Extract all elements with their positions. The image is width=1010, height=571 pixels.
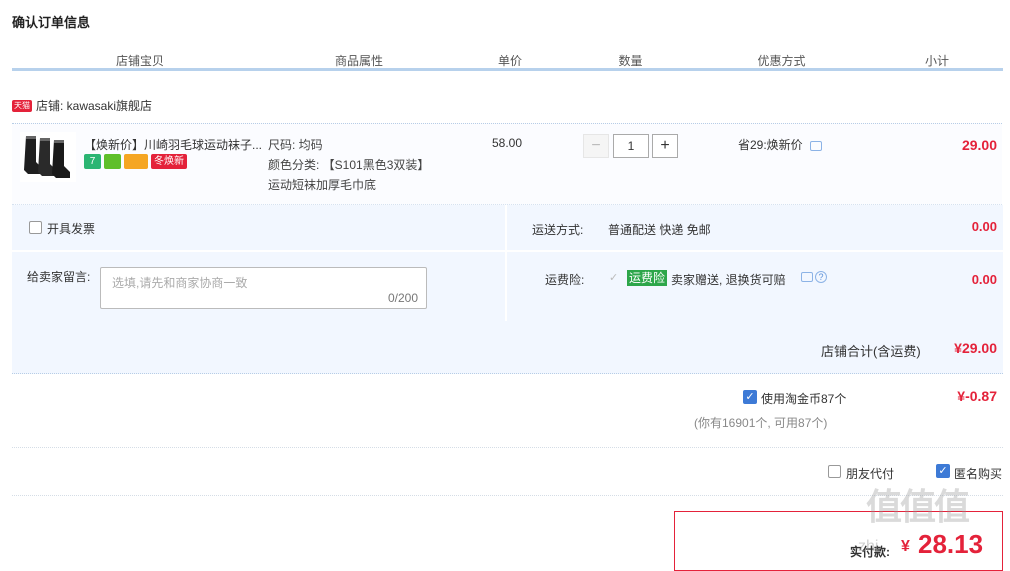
anonymous-checkbox[interactable]: ✓ [936,464,950,478]
product-title-link[interactable]: 【焕新价】川崎羽毛球运动袜子... [84,136,264,153]
tmall-badge-icon: 天猫 [12,99,32,112]
divider [12,495,1003,496]
header-divider [12,68,1003,71]
insurance-tag: 运费险 [627,270,668,286]
unit-price: 58.00 [492,136,523,150]
coins-checkbox[interactable]: ✓ [743,390,757,404]
page-title: 确认订单信息 [12,15,91,30]
col-header-subtotal: 小计 [924,54,949,68]
col-header-quantity: 数量 [618,54,643,68]
attr-color: 颜色分类: 【S101黑色3双装】 [268,158,430,172]
credit-card-icon [124,154,148,169]
attr-size: 尺码: 均码 [268,138,323,152]
payment-currency: ¥ [901,538,910,555]
coins-label[interactable]: 使用淘金币87个 [761,390,846,407]
invoice-label[interactable]: 开具发票 [47,220,95,237]
chat-icon[interactable] [810,140,823,151]
shipping-label: 运送方式: [532,223,584,237]
message-textarea[interactable]: 选填,请先和商家协商一致 0/200 [100,267,427,309]
winter-sale-badge: 冬焕新 [151,154,187,169]
message-counter: 0/200 [387,291,418,305]
shop-line: 天猫 店铺: kawasaki旗舰店 [12,97,152,114]
help-icon[interactable]: ? [815,271,827,283]
insurance-amount: 0.00 [971,272,997,287]
shipping-amount: 0.00 [971,219,997,234]
discount-label: 省29:焕新价 [738,138,803,152]
watermark-domain: zhi [858,538,879,555]
col-header-price: 单价 [497,54,522,68]
coins-value: ¥-0.87 [957,388,997,404]
message-placeholder: 选填,请先和商家协商一致 [112,276,248,290]
shop-name[interactable]: 店铺: kawasaki旗舰店 [36,97,152,114]
message-label: 给卖家留言: [27,270,91,284]
invoice-checkbox[interactable] [29,221,42,234]
quantity-increment-button[interactable]: + [652,134,678,158]
insurance-label: 运费险: [545,273,585,287]
chat-icon[interactable] [801,272,813,282]
payment-value: 28.13 [918,529,984,559]
col-header-discount: 优惠方式 [757,54,806,68]
watermark-logo: 值值值 [866,486,970,527]
seven-day-return-icon: 7 [84,154,101,169]
shop-total-label: 店铺合计(含运费) [821,344,921,359]
shop-total-value: ¥29.00 [954,340,997,356]
quantity-decrement-button[interactable]: − [583,134,609,158]
friend-pay-checkbox[interactable] [828,465,841,478]
insurance-checkmark-icon: ✓ [609,272,619,284]
discount-text: 省29:焕新价 [738,136,823,153]
divider [12,447,1003,448]
attr-desc: 运动短袜加厚毛巾底 [268,178,377,192]
insurance-icons: ? [801,271,827,283]
insurance-text: 卖家赠送, 退换货可赔 [671,273,786,287]
guarantee-icon [104,154,121,169]
col-header-item: 店铺宝贝 [115,54,164,68]
product-badges: 7 冬焕新 [84,154,187,169]
shipping-method: 普通配送 快递 免邮 [608,223,711,237]
item-subtotal: 29.00 [961,137,997,153]
col-header-attributes: 商品属性 [334,54,383,68]
quantity-input[interactable]: 1 [613,134,649,158]
product-thumbnail[interactable] [20,132,76,182]
coins-note: (你有16901个, 可用87个) [694,416,828,430]
